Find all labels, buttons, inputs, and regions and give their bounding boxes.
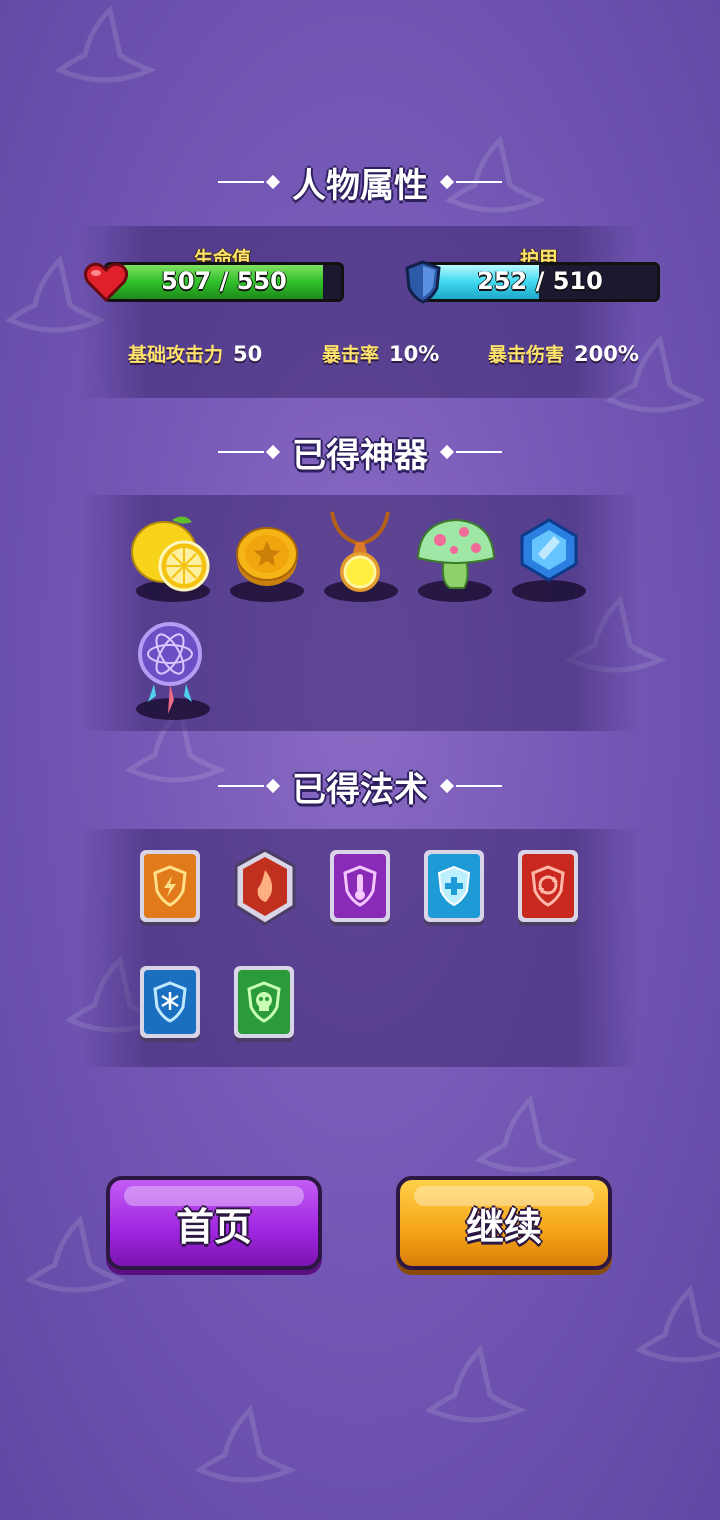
- title-decoration: [218, 778, 281, 794]
- heal-shield-icon: [437, 865, 471, 907]
- attr-value: 50: [233, 341, 263, 366]
- hp-value: 507 / 550: [161, 267, 287, 295]
- artifact-pendant[interactable]: [316, 508, 406, 604]
- thermometer-shield-icon: [343, 865, 377, 907]
- attr-value: 10%: [389, 341, 440, 366]
- armor-value: 252 / 510: [477, 267, 603, 295]
- gold-coin-icon: [236, 527, 298, 586]
- wizard-hat-icon: [475, 1095, 577, 1173]
- artifact-dreamcatcher[interactable]: [128, 618, 218, 722]
- spell-cycle-shield[interactable]: [518, 850, 578, 926]
- lemon-icon: [131, 516, 210, 592]
- continue-button[interactable]: 继续: [396, 1176, 612, 1270]
- skull-shield-icon: [247, 981, 281, 1023]
- title-decoration: [218, 174, 281, 190]
- attr-label: 暴击率: [322, 344, 380, 366]
- artifact-mushroom[interactable]: [410, 508, 500, 604]
- attr-crit-damage: 暴击伤害 200%: [488, 340, 639, 367]
- title-decoration: [439, 778, 502, 794]
- attr-value: 200%: [574, 341, 639, 366]
- spell-thermometer-shield[interactable]: [330, 850, 390, 926]
- attr-label: 基础攻击力: [128, 344, 224, 366]
- blue-gem-icon: [520, 518, 578, 582]
- heart-icon: [84, 262, 128, 302]
- armor-bar: 252 / 510: [420, 262, 660, 302]
- shield-icon: [405, 260, 441, 304]
- spells-title: 已得法术: [292, 769, 428, 810]
- cycle-shield-icon: [531, 865, 565, 907]
- spells-header: 已得法术: [0, 761, 720, 811]
- spell-fire-shield[interactable]: [234, 848, 296, 926]
- artifact-lemon[interactable]: [128, 508, 218, 604]
- continue-button-label: 继续: [465, 1204, 542, 1249]
- artifacts-title: 已得神器: [292, 435, 428, 476]
- wizard-hat-icon: [425, 1345, 527, 1423]
- title-decoration: [218, 444, 281, 460]
- spell-lightning-shield[interactable]: [140, 850, 200, 926]
- dreamcatcher-icon: [138, 622, 202, 714]
- pendant-icon: [330, 511, 390, 592]
- wizard-hat-icon: [55, 5, 157, 83]
- spell-frost-shield[interactable]: [140, 966, 200, 1042]
- wizard-hat-icon: [195, 1405, 297, 1483]
- attr-crit-rate: 暴击率 10%: [322, 340, 439, 367]
- fire-shield-icon: [234, 848, 296, 926]
- attr-label: 暴击伤害: [488, 344, 565, 366]
- home-button[interactable]: 首页: [106, 1176, 322, 1270]
- wizard-hat-icon: [635, 1285, 720, 1363]
- title-decoration: [439, 444, 502, 460]
- attributes-title: 人物属性: [292, 165, 428, 206]
- spell-heal-shield[interactable]: [424, 850, 484, 926]
- title-decoration: [439, 174, 502, 190]
- artifact-blue-gem[interactable]: [504, 508, 594, 604]
- home-button-label: 首页: [175, 1204, 252, 1249]
- hp-bar: 507 / 550: [104, 262, 344, 302]
- attributes-header: 人物属性: [0, 157, 720, 207]
- artifacts-header: 已得神器: [0, 427, 720, 477]
- attr-base-attack: 基础攻击力 50: [128, 340, 262, 367]
- lightning-shield-icon: [153, 865, 187, 907]
- artifact-gold-coin[interactable]: [222, 508, 312, 604]
- mushroom-icon: [416, 518, 496, 589]
- spell-skull-shield[interactable]: [234, 966, 294, 1042]
- frost-shield-icon: [153, 981, 187, 1023]
